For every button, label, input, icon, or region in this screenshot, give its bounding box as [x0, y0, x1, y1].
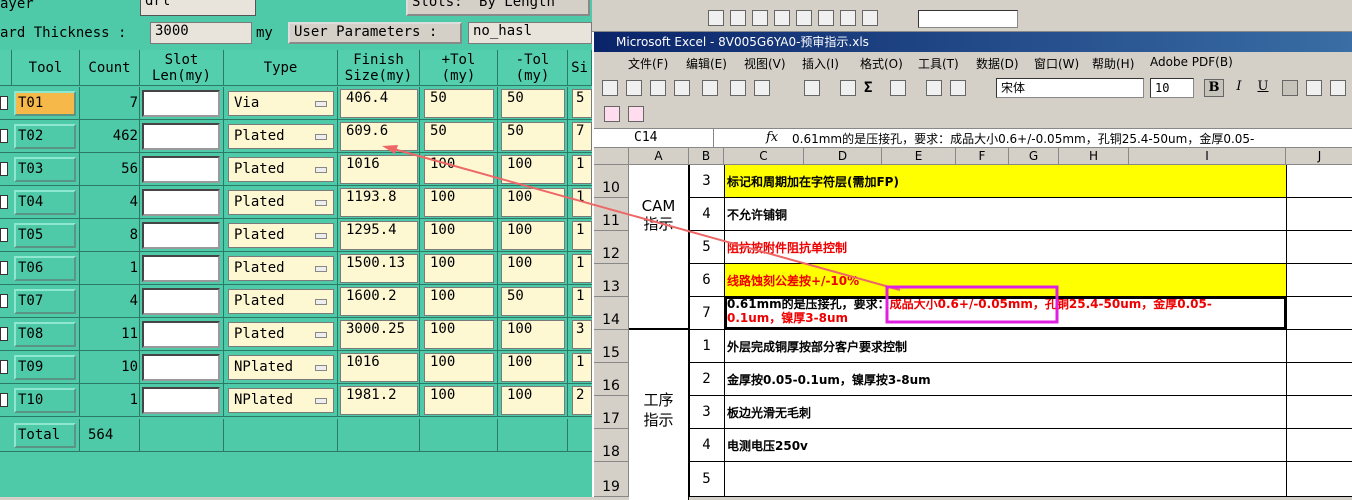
annotation-arrow-line: [389, 147, 901, 291]
annotation-overlay: [382, 145, 1059, 324]
annotation-highlight-box: [885, 285, 1059, 324]
annotation-arrow-head: [382, 145, 398, 154]
